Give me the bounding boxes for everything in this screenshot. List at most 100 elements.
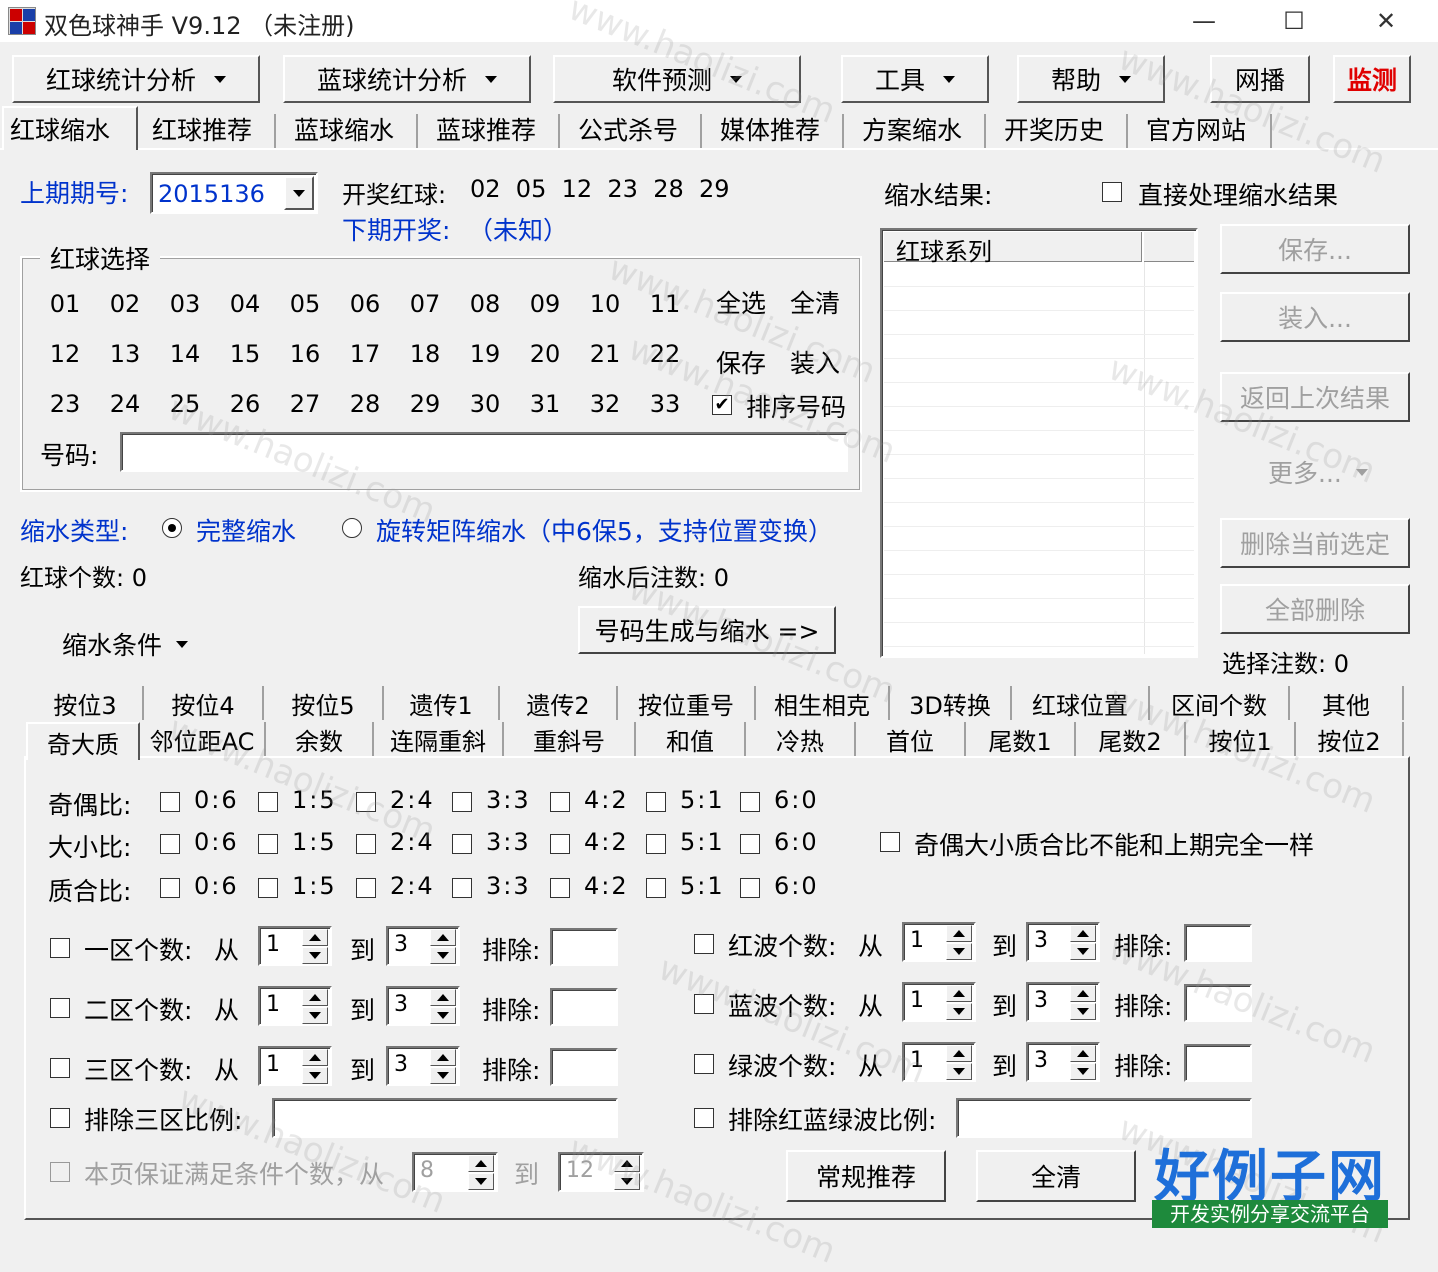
- wave-exclude-input[interactable]: [1184, 984, 1252, 1022]
- subtab-2[interactable]: 按位4: [144, 686, 264, 720]
- normal-recommend-button[interactable]: 常规推荐: [786, 1150, 946, 1202]
- ratio-checkbox-1-5[interactable]: [258, 878, 278, 898]
- ratio-checkbox-6-0[interactable]: [740, 834, 760, 854]
- result-column-header-2[interactable]: [1144, 232, 1194, 262]
- spin-up-button[interactable]: [946, 925, 972, 942]
- load-button[interactable]: 装入: [790, 344, 840, 380]
- subtab-row2-5[interactable]: 重斜号: [504, 722, 636, 756]
- ratio-checkbox-5-1[interactable]: [646, 834, 666, 854]
- red-ball-10[interactable]: 10: [585, 290, 625, 318]
- spin-down-button[interactable]: [430, 1007, 456, 1024]
- menu-red-analysis[interactable]: 红球统计分析: [12, 55, 260, 103]
- red-ball-04[interactable]: 04: [225, 290, 265, 318]
- ratio-checkbox-2-4[interactable]: [356, 834, 376, 854]
- ratio-checkbox-0-6[interactable]: [160, 834, 180, 854]
- red-ball-30[interactable]: 30: [465, 390, 505, 418]
- subtab-row2-10[interactable]: 尾数2: [1076, 722, 1186, 756]
- close-button[interactable]: ✕: [1346, 0, 1426, 42]
- menu-help[interactable]: 帮助: [1017, 55, 1165, 103]
- wave-exclude-input[interactable]: [1184, 924, 1252, 962]
- spin-down-button[interactable]: [302, 1067, 328, 1084]
- red-ball-02[interactable]: 02: [105, 290, 145, 318]
- red-ball-19[interactable]: 19: [465, 340, 505, 368]
- subtab-row2-8[interactable]: 首位: [856, 722, 966, 756]
- guarantee-checkbox[interactable]: [50, 1162, 70, 1182]
- code-input[interactable]: [120, 432, 848, 472]
- spin-up-button[interactable]: [946, 1045, 972, 1062]
- subtab-row2-7[interactable]: 冷热: [746, 722, 856, 756]
- menu-monitor[interactable]: 监测: [1333, 55, 1411, 103]
- red-ball-08[interactable]: 08: [465, 290, 505, 318]
- ratio-checkbox-6-0[interactable]: [740, 878, 760, 898]
- subtab-6[interactable]: 按位重号: [618, 686, 756, 720]
- subtab-active-odd-big-prime[interactable]: 奇大质: [26, 722, 140, 760]
- ratio-checkbox-2-4[interactable]: [356, 792, 376, 812]
- ratio-checkbox-2-4[interactable]: [356, 878, 376, 898]
- select-all-button[interactable]: 全选: [716, 284, 766, 320]
- spin-down-button[interactable]: [430, 1067, 456, 1084]
- generate-button[interactable]: 号码生成与缩水 =>: [578, 606, 836, 654]
- ratio-checkbox-0-6[interactable]: [160, 878, 180, 898]
- result-column-header[interactable]: 红球系列: [884, 232, 1142, 266]
- red-ball-11[interactable]: 11: [645, 290, 685, 318]
- save-button[interactable]: 保存: [716, 344, 766, 380]
- menu-broadcast[interactable]: 网播: [1210, 55, 1310, 103]
- subtab-9[interactable]: 红球位置: [1012, 686, 1150, 720]
- radio-full-filter[interactable]: [162, 518, 182, 538]
- subtab-10[interactable]: 区间个数: [1150, 686, 1290, 720]
- spin-down-button[interactable]: [302, 1007, 328, 1024]
- guarantee-to-spinner[interactable]: 12: [558, 1152, 644, 1192]
- minimize-button[interactable]: —: [1164, 0, 1244, 42]
- wave-from-spinner[interactable]: 1: [902, 1042, 976, 1082]
- red-ball-03[interactable]: 03: [165, 290, 205, 318]
- red-ball-05[interactable]: 05: [285, 290, 325, 318]
- tab-official-site[interactable]: 官方网站: [1140, 110, 1252, 148]
- zone-to-spinner[interactable]: 3: [386, 1046, 460, 1086]
- radio-matrix-filter[interactable]: [342, 518, 362, 538]
- wave-from-spinner[interactable]: 1: [902, 922, 976, 962]
- clear-all-button[interactable]: 全清: [790, 284, 840, 320]
- issue-combo[interactable]: 2015136: [150, 172, 318, 214]
- spin-down-button[interactable]: [1070, 943, 1096, 960]
- red-ball-01[interactable]: 01: [45, 290, 85, 318]
- red-ball-28[interactable]: 28: [345, 390, 385, 418]
- wave-to-spinner[interactable]: 3: [1026, 982, 1100, 1022]
- zone-exclude-input[interactable]: [550, 928, 618, 966]
- wave-to-spinner[interactable]: 3: [1026, 1042, 1100, 1082]
- result-save-button[interactable]: 保存...: [1220, 224, 1410, 274]
- spin-down-button[interactable]: [946, 1063, 972, 1080]
- subtab-row2-3[interactable]: 余数: [266, 722, 374, 756]
- menu-blue-analysis[interactable]: 蓝球统计分析: [283, 55, 531, 103]
- subtab-7[interactable]: 相生相克: [756, 686, 890, 720]
- delete-all-button[interactable]: 全部删除: [1220, 584, 1410, 634]
- menu-software-predict[interactable]: 软件预测: [553, 55, 801, 103]
- zone-clear-button[interactable]: 全清: [976, 1150, 1136, 1202]
- red-ball-16[interactable]: 16: [285, 340, 325, 368]
- ratio-checkbox-3-3[interactable]: [452, 878, 472, 898]
- spin-up-button[interactable]: [946, 985, 972, 1002]
- zone-to-spinner[interactable]: 3: [386, 986, 460, 1026]
- ratio-checkbox-3-3[interactable]: [452, 834, 472, 854]
- zone-checkbox-2[interactable]: [50, 998, 70, 1018]
- spin-up-button[interactable]: [430, 929, 456, 946]
- menu-tools[interactable]: 工具: [841, 55, 989, 103]
- spin-up-button[interactable]: [1070, 925, 1096, 942]
- red-ball-31[interactable]: 31: [525, 390, 565, 418]
- ratio-checkbox-6-0[interactable]: [740, 792, 760, 812]
- red-ball-12[interactable]: 12: [45, 340, 85, 368]
- wave-to-spinner[interactable]: 3: [1026, 922, 1100, 962]
- exclude-wave-ratio-checkbox[interactable]: [694, 1108, 714, 1128]
- zone-from-spinner[interactable]: 1: [258, 926, 332, 966]
- spin-up-button[interactable]: [302, 1049, 328, 1066]
- red-ball-29[interactable]: 29: [405, 390, 445, 418]
- red-ball-27[interactable]: 27: [285, 390, 325, 418]
- wave-exclude-input[interactable]: [1184, 1044, 1252, 1082]
- subtab-5[interactable]: 遗传2: [500, 686, 618, 720]
- red-ball-22[interactable]: 22: [645, 340, 685, 368]
- sort-checkbox[interactable]: ✔: [712, 395, 732, 415]
- tab-red-recommend[interactable]: 红球推荐: [146, 110, 258, 148]
- ratio-checkbox-3-3[interactable]: [452, 792, 472, 812]
- subtab-row2-11[interactable]: 按位1: [1186, 722, 1296, 756]
- ratio-checkbox-4-2[interactable]: [550, 878, 570, 898]
- ratio-checkbox-5-1[interactable]: [646, 792, 666, 812]
